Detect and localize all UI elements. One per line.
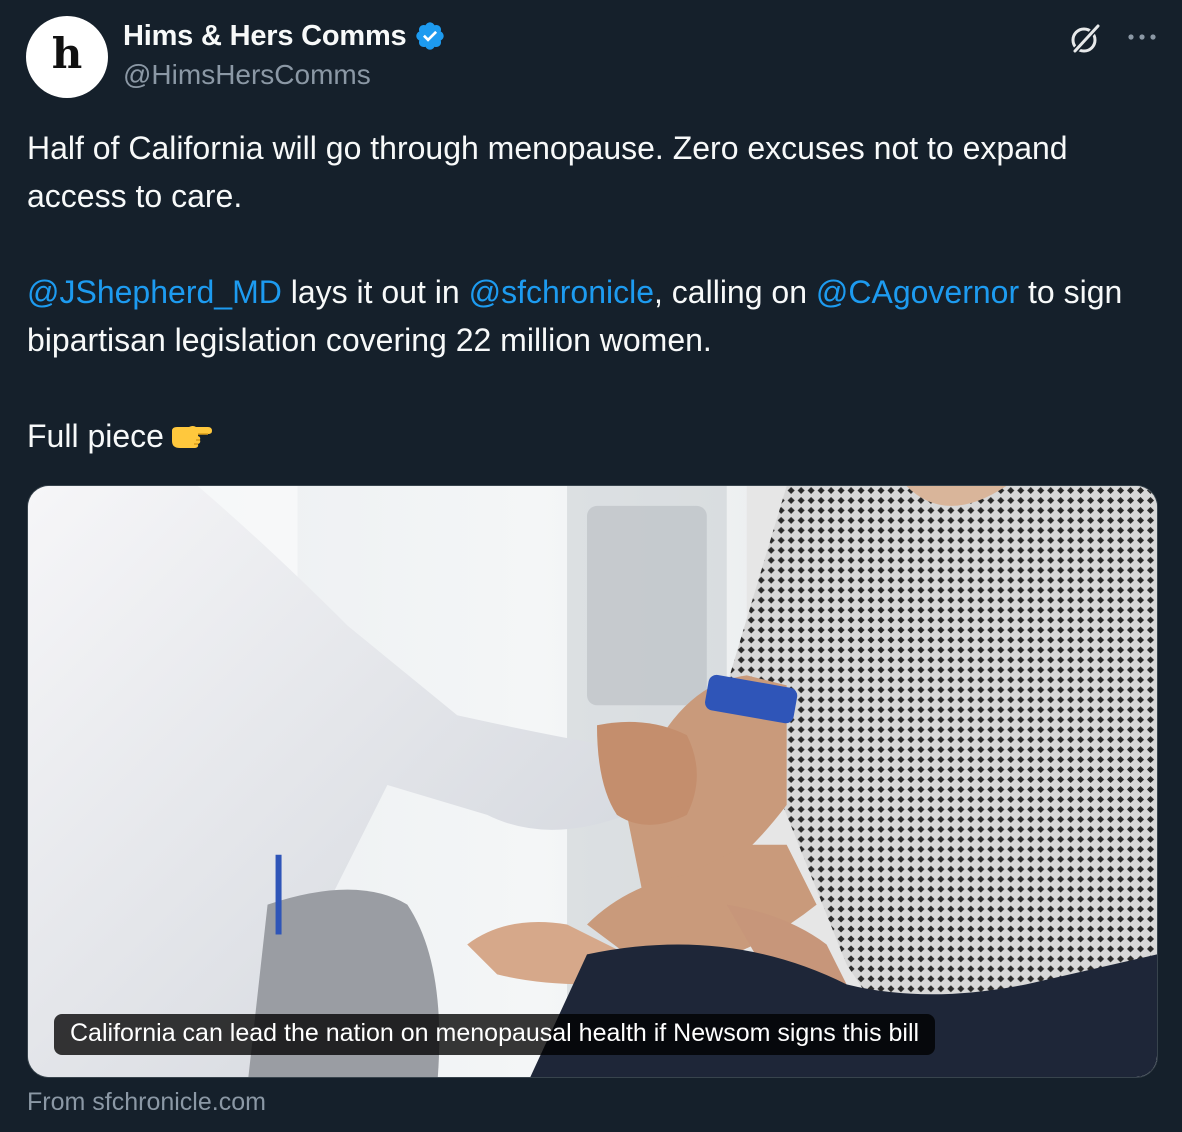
pointing-right-emoji [171, 425, 212, 448]
tweet-paragraph-3: Full piece [27, 412, 1147, 460]
link-card[interactable]: California can lead the nation on menopa… [27, 485, 1158, 1078]
card-headline: California can lead the nation on menopa… [54, 1014, 936, 1055]
tweet[interactable]: h Hims & Hers Comms @HimsHersComms Half … [0, 0, 1182, 1132]
card-source[interactable]: From sfchronicle.com [27, 1088, 266, 1117]
mention-sfchronicle[interactable]: @sfchronicle [469, 274, 654, 310]
display-name[interactable]: Hims & Hers Comms [123, 20, 407, 53]
avatar-letter: h [51, 29, 83, 78]
grok-icon[interactable] [1068, 22, 1102, 56]
tweet-text-segment: lays it out in [281, 274, 469, 310]
more-options-icon[interactable] [1125, 22, 1159, 52]
tweet-text-segment: , calling on [654, 274, 816, 310]
tweet-paragraph-2: @JShepherd_MD lays it out in @sfchronicl… [27, 268, 1147, 364]
mention-jshepherd-md[interactable]: @JShepherd_MD [27, 274, 282, 310]
avatar[interactable]: h [26, 16, 108, 98]
tweet-text: Half of California will go through menop… [27, 124, 1147, 460]
tweet-paragraph-1: Half of California will go through menop… [27, 130, 1068, 214]
author-name-row[interactable]: Hims & Hers Comms [123, 18, 446, 54]
author-handle[interactable]: @HimsHersComms [123, 59, 371, 91]
article-image [28, 486, 1157, 1077]
full-piece-text: Full piece [27, 418, 164, 454]
mention-cagovernor[interactable]: @CAgovernor [816, 274, 1019, 310]
verified-badge-icon[interactable] [414, 20, 446, 52]
